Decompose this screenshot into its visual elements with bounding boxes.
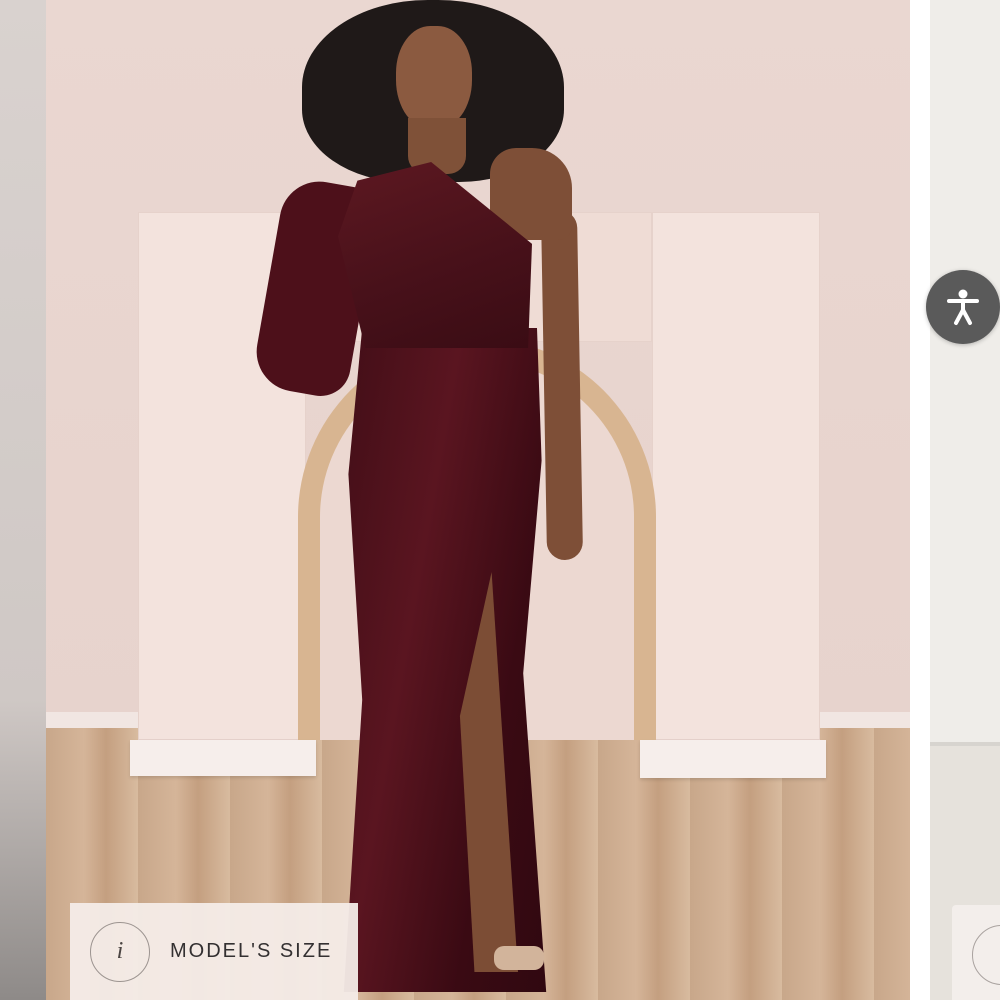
previous-slide-image[interactable] (0, 0, 46, 1000)
dress-skirt (343, 328, 547, 992)
next-slide-models-size-button[interactable] (952, 905, 1000, 1000)
model-shoe (494, 946, 544, 970)
model-neck (408, 118, 466, 174)
slide-divider (910, 0, 930, 1000)
next-slide-image[interactable] (930, 0, 1000, 1000)
info-icon-glyph: i (116, 938, 124, 964)
accessibility-icon (947, 289, 979, 325)
model-face (396, 26, 472, 130)
model-figure (250, 0, 608, 1000)
accessibility-button[interactable] (926, 270, 1000, 344)
models-size-button[interactable]: i MODEL'S SIZE (70, 903, 358, 1000)
product-image[interactable]: i MODEL'S SIZE (46, 0, 910, 1000)
model-arm (540, 209, 584, 561)
info-icon (972, 925, 1000, 985)
plinth-right (640, 740, 826, 778)
info-icon: i (90, 921, 150, 982)
models-size-label: MODEL'S SIZE (170, 940, 333, 962)
backdrop-panel-right (652, 212, 820, 740)
